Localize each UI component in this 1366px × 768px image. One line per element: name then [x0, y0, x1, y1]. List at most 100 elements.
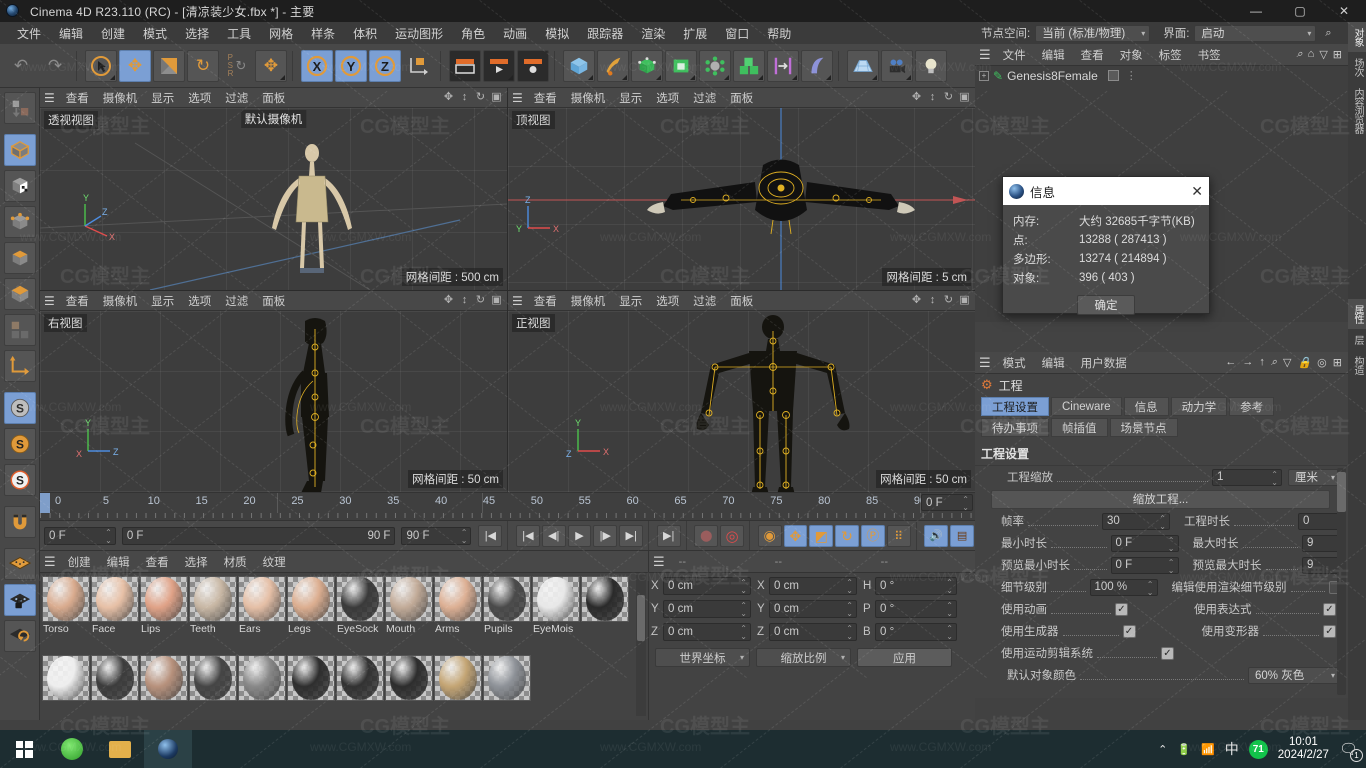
timeline-playhead[interactable]: [40, 493, 50, 513]
vp4-maximize-icon[interactable]: ▣: [958, 294, 971, 307]
attr-field-left[interactable]: 0 F ⌃ ⌄: [1110, 534, 1179, 552]
attr-field-left[interactable]: 30 ⌃ ⌄: [1102, 512, 1170, 530]
key-position-button[interactable]: ✥: [783, 524, 808, 547]
attribute-tab-4[interactable]: 参考: [1229, 397, 1275, 416]
vp4-menu-options[interactable]: 选项: [649, 292, 686, 310]
light-icon[interactable]: [915, 49, 947, 82]
render-settings-icon[interactable]: [517, 49, 549, 82]
magnet-icon[interactable]: [3, 506, 36, 538]
lock-icon[interactable]: 🔒: [1297, 356, 1311, 369]
key-scale-button[interactable]: ◩: [809, 524, 834, 547]
vp3-menu-panel[interactable]: 面板: [255, 292, 292, 310]
redo-icon[interactable]: ↷: [39, 50, 71, 82]
viewport-top[interactable]: ☰ 查看 摄像机 显示 选项 过滤 面板 ✥ ↕ ↻ ▣ Z X Y 顶视图 网…: [508, 88, 975, 290]
viewport-front-canvas[interactable]: Y X Z 正视图 网格间距 : 50 cm: [508, 311, 975, 492]
vtab-场次[interactable]: 场次: [1348, 52, 1366, 82]
material-swatch[interactable]: [434, 654, 482, 701]
timeline-ticks[interactable]: 0 5 10 15 20 25 30 35 40 45 50 55 60 65 70 75 80 85 90 0 F ⌃…: [40, 493, 975, 513]
material-item[interactable]: [189, 654, 237, 719]
menu-item-15[interactable]: 扩展: [674, 23, 716, 44]
preview-end-field[interactable]: 90 F ⌃ ⌄: [401, 526, 472, 545]
vp2-menu-view[interactable]: 查看: [527, 89, 564, 107]
vp-rotate-icon[interactable]: ↻: [474, 91, 487, 104]
coord-size-field[interactable]: 0 cm ⌃ ⌄: [769, 622, 857, 641]
attribute-tabs[interactable]: 工程设置 Cineware 信息 动力学 参考 待办事项 帧插值 场景节点: [975, 396, 1348, 439]
coord-position-field[interactable]: 0 cm ⌃ ⌄: [663, 576, 751, 595]
coordinate-system-icon[interactable]: [403, 50, 435, 82]
add-icon[interactable]: ⊞: [1333, 356, 1342, 369]
coord-size-field[interactable]: 0 cm ⌃ ⌄: [769, 599, 857, 618]
am-menu-edit[interactable]: 编辑: [1034, 354, 1073, 372]
home-icon[interactable]: ⌂: [1308, 48, 1315, 61]
om-menu-bookmarks[interactable]: 书签: [1190, 46, 1229, 64]
ime-indicator[interactable]: 中: [1225, 739, 1239, 759]
menu-item-12[interactable]: 模拟: [536, 23, 578, 44]
material-item[interactable]: Legs: [287, 576, 335, 654]
model-mode-icon[interactable]: [3, 134, 36, 166]
hamburger-icon[interactable]: ☰: [979, 47, 991, 63]
menu-item-17[interactable]: 帮助: [758, 23, 800, 44]
filmstrip-button[interactable]: ▤: [950, 524, 974, 547]
coord-size-field[interactable]: 0 cm ⌃ ⌄: [769, 576, 857, 595]
material-item[interactable]: [91, 654, 139, 719]
vp-maximize-icon[interactable]: ▣: [490, 91, 503, 104]
material-item[interactable]: Arms: [434, 576, 482, 654]
next-key-button[interactable]: ▶|: [619, 524, 644, 547]
attr-checkbox-right[interactable]: ✓: [1323, 602, 1336, 616]
viewport-right-canvas[interactable]: Y Z X 右视图 网格间距 : 50 cm: [40, 311, 507, 492]
material-item[interactable]: [287, 654, 335, 719]
material-swatch[interactable]: [91, 654, 139, 701]
vp3-pan-icon[interactable]: ✥: [442, 294, 455, 307]
menu-item-9[interactable]: 运动图形: [386, 23, 452, 44]
world-axis-toggle-icon[interactable]: S: [3, 464, 36, 496]
close-button[interactable]: ✕: [1322, 0, 1366, 22]
am-menu-userdata[interactable]: 用户数据: [1073, 354, 1135, 372]
vp2-menu-display[interactable]: 显示: [612, 89, 649, 107]
material-swatch[interactable]: [532, 576, 580, 622]
vp3-menu-view[interactable]: 查看: [59, 292, 96, 310]
material-swatch[interactable]: [385, 654, 433, 701]
nodespace-select[interactable]: 当前 (标准/物理) ▾: [1035, 24, 1151, 42]
om-menu-file[interactable]: 文件: [995, 46, 1034, 64]
material-swatch[interactable]: [42, 654, 90, 701]
object-tag-icon[interactable]: [1107, 70, 1119, 81]
viewport-front[interactable]: ☰ 查看 摄像机 显示 选项 过滤 面板 ✥ ↕ ↻ ▣ Y X Z 正视图 网…: [508, 291, 975, 492]
menu-item-14[interactable]: 渲染: [632, 23, 674, 44]
material-item[interactable]: [385, 654, 433, 719]
material-item[interactable]: Pupils: [483, 576, 531, 654]
mat-menu-create[interactable]: 创建: [60, 553, 99, 571]
menu-item-8[interactable]: 体积: [344, 23, 386, 44]
vp-pan-icon[interactable]: ✥: [442, 91, 455, 104]
menu-item-11[interactable]: 动画: [494, 23, 536, 44]
om-menu-object[interactable]: 对象: [1112, 46, 1151, 64]
menu-item-13[interactable]: 跟踪器: [578, 23, 632, 44]
vp-menu-panel[interactable]: 面板: [255, 89, 292, 107]
timeline-range-field[interactable]: 0 F 90 F: [121, 526, 396, 545]
filter-icon[interactable]: ▽: [1319, 48, 1327, 61]
object-axis-icon[interactable]: S: [3, 428, 36, 460]
attribute-tab-2[interactable]: 信息: [1123, 397, 1169, 416]
vp2-menu-options[interactable]: 选项: [649, 89, 686, 107]
current-frame-field[interactable]: 0 F ⌃ ⌄: [44, 526, 116, 545]
vp3-maximize-icon[interactable]: ▣: [490, 294, 503, 307]
back-icon[interactable]: ←: [1225, 356, 1236, 369]
search-icon[interactable]: ⌕: [1325, 27, 1331, 40]
scale-field[interactable]: 1 ⌃ ⌄: [1212, 468, 1282, 486]
material-item[interactable]: [581, 576, 629, 654]
prev-key-button[interactable]: |◀: [516, 524, 540, 547]
menu-item-6[interactable]: 网格: [260, 23, 302, 44]
material-item[interactable]: EyeMois: [532, 576, 580, 654]
material-swatch[interactable]: [483, 654, 531, 701]
notification-icon[interactable]: 🗨 1: [1339, 740, 1363, 762]
record-button[interactable]: ⬤: [694, 524, 719, 547]
spline-pen-icon[interactable]: [597, 49, 629, 82]
make-editable-icon[interactable]: [3, 92, 36, 124]
interface-select[interactable]: 启动 ▾: [1194, 24, 1317, 42]
scene-icon[interactable]: [699, 49, 731, 82]
am-menu-mode[interactable]: 模式: [995, 354, 1034, 372]
vp4-menu-panel[interactable]: 面板: [723, 292, 760, 310]
coord-system-select[interactable]: 世界坐标 ▾: [655, 648, 750, 667]
next-frame-button[interactable]: |▶: [593, 524, 618, 547]
mat-menu-texture[interactable]: 纹理: [255, 553, 294, 571]
vp-menu-options[interactable]: 选项: [181, 89, 218, 107]
